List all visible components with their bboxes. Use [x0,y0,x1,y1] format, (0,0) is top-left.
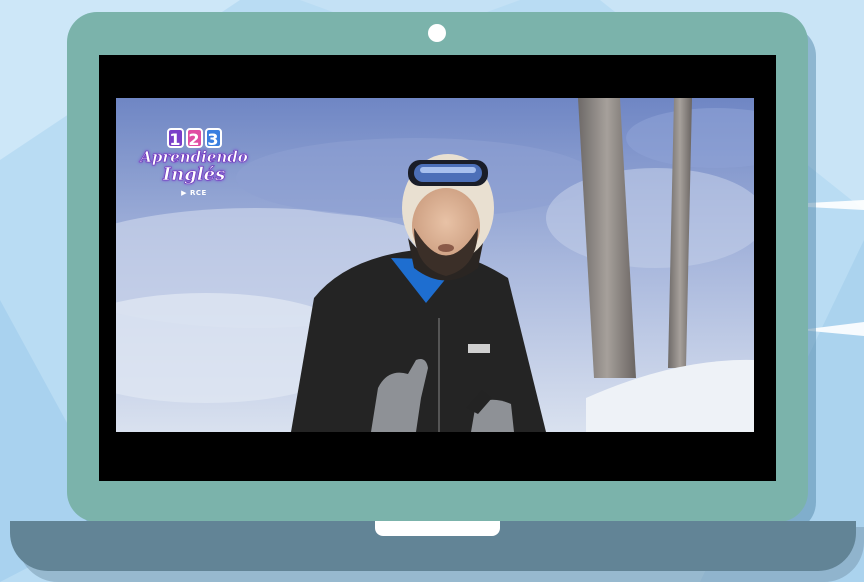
channel-logo: 1 2 3 Aprendiendo Inglés ▶ RCE [134,128,254,197]
laptop-screen: 1 2 3 Aprendiendo Inglés ▶ RCE [99,55,776,481]
logo-number-3: 3 [204,128,222,149]
logo-sub-mark: ▶ RCE [181,189,207,197]
video-player[interactable]: 1 2 3 Aprendiendo Inglés ▶ RCE [116,98,754,432]
logo-number-1: 1 [166,128,184,149]
logo-number-2: 2 [185,128,203,149]
logo-word-aprendiendo: Aprendiendo [140,148,248,166]
logo-numbers: 1 2 3 [134,128,254,149]
webcam-dot [428,24,446,42]
trackpad-notch [375,521,500,536]
logo-word-ingles: Inglés [162,164,226,185]
